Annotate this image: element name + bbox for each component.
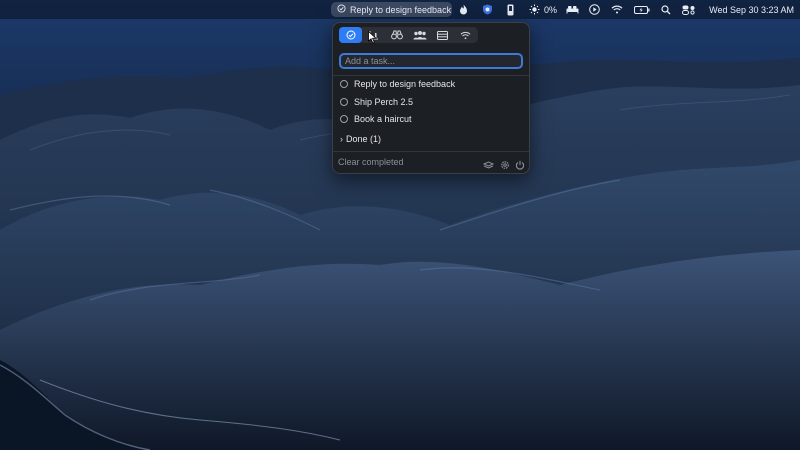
- gear-icon[interactable]: [500, 157, 510, 175]
- current-task-label: Reply to design feedback: [350, 4, 452, 15]
- task-row[interactable]: Ship Perch 2.5: [340, 95, 413, 109]
- shield-icon[interactable]: [482, 0, 493, 19]
- brightness-icon[interactable]: [529, 0, 540, 19]
- task-popover: Reply to design feedback Ship Perch 2.5 …: [332, 22, 530, 174]
- people-icon: [413, 30, 427, 40]
- bed-icon[interactable]: [566, 0, 579, 19]
- task-label: Ship Perch 2.5: [354, 97, 414, 107]
- current-task-menu-item[interactable]: Reply to design feedback: [331, 2, 452, 17]
- list-icon: [437, 30, 448, 40]
- wifi-icon[interactable]: [611, 0, 623, 19]
- check-circle-icon: [337, 4, 346, 15]
- binoculars-icon: [390, 30, 403, 40]
- mouse-cursor-icon: [368, 31, 377, 44]
- phone-icon[interactable]: [507, 0, 514, 19]
- stack-icon[interactable]: [482, 157, 495, 175]
- battery-icon[interactable]: [634, 0, 650, 19]
- task-checkbox[interactable]: [340, 98, 348, 106]
- done-label: Done (1): [346, 134, 382, 144]
- clear-completed-button[interactable]: Clear completed: [338, 157, 404, 167]
- control-center-icon[interactable]: [682, 0, 696, 19]
- add-task-input[interactable]: [339, 53, 523, 69]
- tab-network[interactable]: [454, 27, 477, 43]
- popover-footer: Clear completed: [333, 151, 529, 173]
- menubar-clock[interactable]: Wed Sep 30 3:23 AM: [709, 0, 794, 19]
- tab-team[interactable]: [408, 27, 431, 43]
- task-row[interactable]: Reply to design feedback: [340, 77, 455, 91]
- battery-percent-label: 0%: [544, 4, 558, 15]
- tab-tasks[interactable]: [339, 27, 362, 43]
- power-icon[interactable]: [515, 157, 525, 175]
- play-icon[interactable]: [589, 0, 600, 19]
- tab-focus[interactable]: [385, 27, 408, 43]
- task-checkbox[interactable]: [340, 80, 348, 88]
- done-section-toggle[interactable]: › Done (1): [340, 134, 381, 144]
- task-checkbox[interactable]: [340, 115, 348, 123]
- chevron-right-icon: ›: [340, 134, 343, 144]
- task-row[interactable]: Book a haircut: [340, 112, 412, 126]
- menu-bar: Reply to design feedback 0% Wed Sep 30 3…: [0, 0, 800, 19]
- divider: [333, 75, 529, 76]
- search-icon[interactable]: [661, 0, 671, 19]
- tab-list[interactable]: [431, 27, 454, 43]
- tab-bar: [339, 27, 478, 43]
- task-label: Book a haircut: [354, 114, 412, 124]
- wifi-icon: [460, 31, 471, 40]
- task-label: Reply to design feedback: [354, 79, 456, 89]
- flame-icon[interactable]: [459, 0, 468, 19]
- check-circle-icon: [346, 30, 356, 40]
